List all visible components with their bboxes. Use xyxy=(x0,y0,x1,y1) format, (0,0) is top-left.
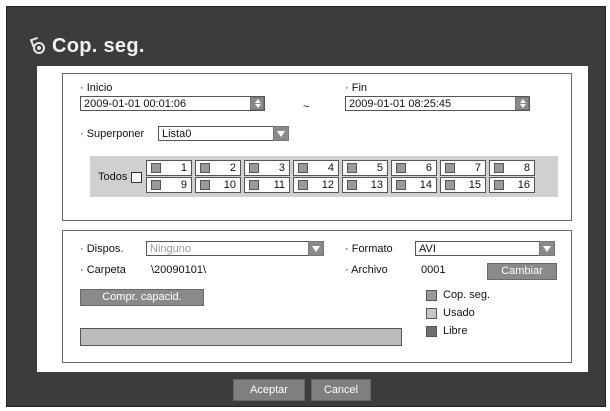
format-label: · Formato xyxy=(345,243,393,255)
free-legend-swatch xyxy=(426,326,437,337)
channel-checkbox-6[interactable]: 6 xyxy=(391,160,437,176)
channel-checkbox-5[interactable]: 5 xyxy=(342,160,388,176)
cancel-button[interactable]: Cancel xyxy=(311,379,371,401)
channel-checkbox-3[interactable]: 3 xyxy=(244,160,290,176)
overlap-label: · Superponer xyxy=(80,128,145,140)
range-separator: ~ xyxy=(303,101,310,113)
end-label: · Fin xyxy=(345,82,367,94)
channel-checkbox-16[interactable]: 16 xyxy=(489,177,535,193)
channel-checkbox-4[interactable]: 4 xyxy=(293,160,339,176)
folder-label: · Carpeta xyxy=(80,264,126,276)
ok-button[interactable]: Aceptar xyxy=(233,379,305,401)
change-button[interactable]: Cambiar xyxy=(487,263,557,280)
backup-dialog: Cop. seg. · Inicio 2009-01-01 00:01:06 ~… xyxy=(6,6,606,407)
checkbox-icon xyxy=(494,163,504,173)
channel-checkbox-10[interactable]: 10 xyxy=(195,177,241,193)
channel-checkbox-12[interactable]: 12 xyxy=(293,177,339,193)
start-spinner[interactable] xyxy=(250,97,264,110)
main-panel: · Inicio 2009-01-01 00:01:06 ~ · Fin 200… xyxy=(37,66,588,372)
channel-checkbox-1[interactable]: 1 xyxy=(146,160,192,176)
checkbox-icon xyxy=(347,180,357,190)
channel-checkbox-13[interactable]: 13 xyxy=(342,177,388,193)
checkbox-icon xyxy=(494,180,504,190)
start-label: · Inicio xyxy=(80,82,113,94)
capacity-bar xyxy=(80,328,402,346)
end-datetime-field[interactable]: 2009-01-01 08:25:45 xyxy=(345,96,530,111)
checkbox-icon xyxy=(200,163,210,173)
channel-checkbox-15[interactable]: 15 xyxy=(440,177,486,193)
end-spinner[interactable] xyxy=(515,97,529,110)
backup-destination-group: · Dispos. Ninguno · Formato AVI · Carpet… xyxy=(62,230,572,363)
used-legend-label: Usado xyxy=(443,307,475,319)
title-bar: Cop. seg. xyxy=(29,33,145,59)
chevron-down-icon[interactable] xyxy=(539,241,555,256)
all-channels-checkbox[interactable] xyxy=(131,172,142,183)
backup-legend-label: Cop. seg. xyxy=(443,289,491,301)
checkbox-icon xyxy=(445,180,455,190)
channel-checkbox-7[interactable]: 7 xyxy=(440,160,486,176)
device-label: · Dispos. xyxy=(80,243,124,255)
used-legend-swatch xyxy=(426,308,437,319)
checkbox-icon xyxy=(396,163,406,173)
format-select[interactable]: AVI xyxy=(415,241,555,256)
folder-value: \20090101\ xyxy=(151,264,207,276)
backup-legend-swatch xyxy=(426,290,437,301)
file-label: · Archivo xyxy=(345,264,388,276)
chevron-down-icon[interactable] xyxy=(308,241,324,256)
all-channels-label: Todos xyxy=(98,171,128,183)
time-range-group: · Inicio 2009-01-01 00:01:06 ~ · Fin 200… xyxy=(62,73,572,221)
checkbox-icon xyxy=(396,180,406,190)
channel-checkbox-8[interactable]: 8 xyxy=(489,160,535,176)
channel-checkbox-14[interactable]: 14 xyxy=(391,177,437,193)
overlap-select[interactable]: Lista0 xyxy=(158,126,289,141)
checkbox-icon xyxy=(151,180,161,190)
checkbox-icon xyxy=(445,163,455,173)
checkbox-icon xyxy=(298,180,308,190)
checkbox-icon xyxy=(249,163,259,173)
free-legend-label: Libre xyxy=(443,325,468,337)
chevron-down-icon[interactable] xyxy=(273,126,289,141)
channel-checkbox-2[interactable]: 2 xyxy=(195,160,241,176)
channel-checkbox-11[interactable]: 11 xyxy=(244,177,290,193)
check-capacity-button[interactable]: Compr. capacid. xyxy=(80,289,204,306)
checkbox-icon xyxy=(347,163,357,173)
device-select[interactable]: Ninguno xyxy=(146,241,324,256)
checkbox-icon xyxy=(298,163,308,173)
page-title: Cop. seg. xyxy=(52,34,145,57)
checkbox-icon xyxy=(200,180,210,190)
channel-checkbox-9[interactable]: 9 xyxy=(146,177,192,193)
channel-selector: Todos 1 2 3 4 5 6 7 8 9 10 11 12 13 14 1… xyxy=(90,156,558,197)
checkbox-icon xyxy=(151,163,161,173)
file-value: 0001 xyxy=(421,264,446,276)
backup-icon xyxy=(29,36,45,54)
checkbox-icon xyxy=(249,180,259,190)
start-datetime-field[interactable]: 2009-01-01 00:01:06 xyxy=(80,96,265,111)
